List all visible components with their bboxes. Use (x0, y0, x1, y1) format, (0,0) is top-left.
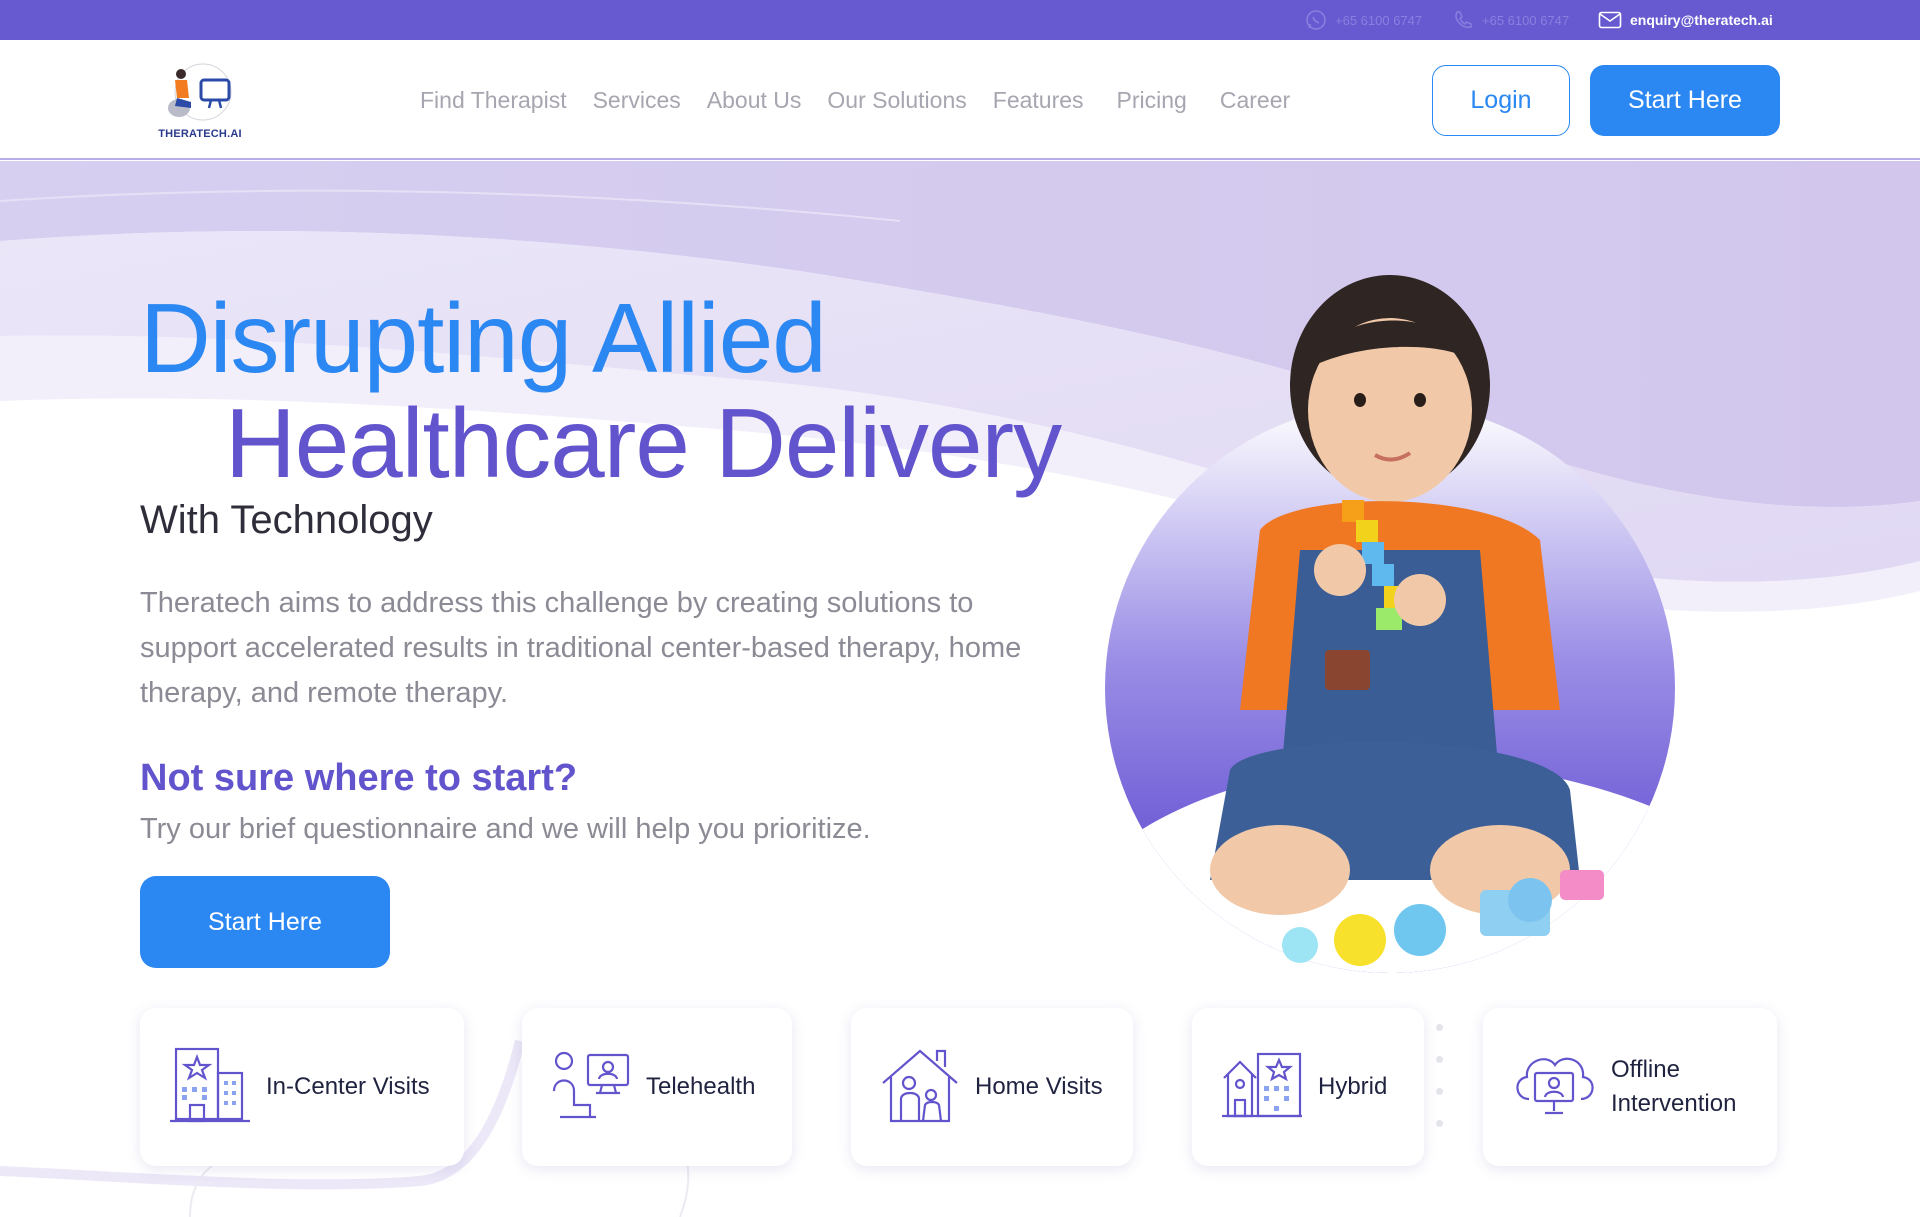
site-header: THERATECH.AI Find Therapist Services Abo… (0, 40, 1920, 160)
hero-question: Not sure where to start? (140, 757, 578, 799)
nav-our-solutions[interactable]: Our Solutions (827, 87, 966, 114)
brand-name: THERATECH.AI (158, 128, 242, 140)
nav-find-therapist[interactable]: Find Therapist (420, 87, 567, 114)
service-card-telehealth[interactable]: Telehealth (522, 1008, 792, 1166)
building-icon (168, 1043, 252, 1132)
hybrid-icon (1220, 1050, 1304, 1125)
whatsapp-contact[interactable]: +65 6100 6747 (1305, 0, 1422, 40)
phone-icon (1452, 9, 1474, 31)
service-label: Home Visits (975, 1073, 1103, 1100)
home-visit-icon (879, 1045, 961, 1130)
nav-pricing[interactable]: Pricing (1117, 87, 1187, 114)
service-label: Offline Intervention (1611, 1056, 1737, 1117)
cloud-icon (1511, 1047, 1597, 1128)
hero-prompt: Try our brief questionnaire and we will … (140, 813, 871, 845)
whatsapp-number: +65 6100 6747 (1335, 12, 1423, 28)
brand-logo[interactable]: THERATECH.AI (155, 56, 245, 146)
email-contact[interactable]: enquiry@theratech.ai (1598, 0, 1773, 40)
service-label: Telehealth (646, 1073, 756, 1100)
service-card-offline-intervention[interactable]: Offline Intervention (1483, 1008, 1777, 1166)
nav-services[interactable]: Services (593, 87, 681, 114)
email-address: enquiry@theratech.ai (1630, 12, 1773, 28)
decorative-dots (1436, 1024, 1444, 1152)
nav-features[interactable]: Features (993, 87, 1084, 114)
service-card-hybrid[interactable]: Hybrid (1192, 1008, 1424, 1166)
nav-about-us[interactable]: About Us (707, 87, 802, 114)
hero-child-image (1105, 275, 1675, 973)
phone-number: +65 6100 6747 (1482, 12, 1570, 28)
top-contact-bar: +65 6100 6747 +65 6100 6747 enquiry@ther… (0, 0, 1920, 40)
service-label: Hybrid (1318, 1073, 1388, 1100)
service-label: In-Center Visits (266, 1073, 430, 1100)
start-here-header-button[interactable]: Start Here (1590, 65, 1780, 136)
telehealth-icon (550, 1047, 632, 1128)
hero-title-line1: Disrupting Allied (140, 283, 827, 393)
nav-career[interactable]: Career (1220, 87, 1290, 114)
login-button[interactable]: Login (1432, 65, 1570, 136)
mail-icon (1598, 11, 1622, 29)
service-card-in-center[interactable]: In-Center Visits (140, 1008, 464, 1166)
child-figure (1210, 275, 1580, 915)
hero-title-line2: Healthcare Delivery (225, 388, 1062, 498)
hero-description: Theratech aims to address this challenge… (140, 587, 1022, 709)
hero-subtitle: With Technology (140, 498, 433, 542)
phone-contact[interactable]: +65 6100 6747 (1452, 0, 1569, 40)
whatsapp-icon (1305, 9, 1327, 31)
main-nav: Find Therapist Services About Us Our Sol… (420, 40, 1316, 160)
start-here-hero-button[interactable]: Start Here (140, 876, 390, 968)
service-card-home-visits[interactable]: Home Visits (851, 1008, 1133, 1166)
